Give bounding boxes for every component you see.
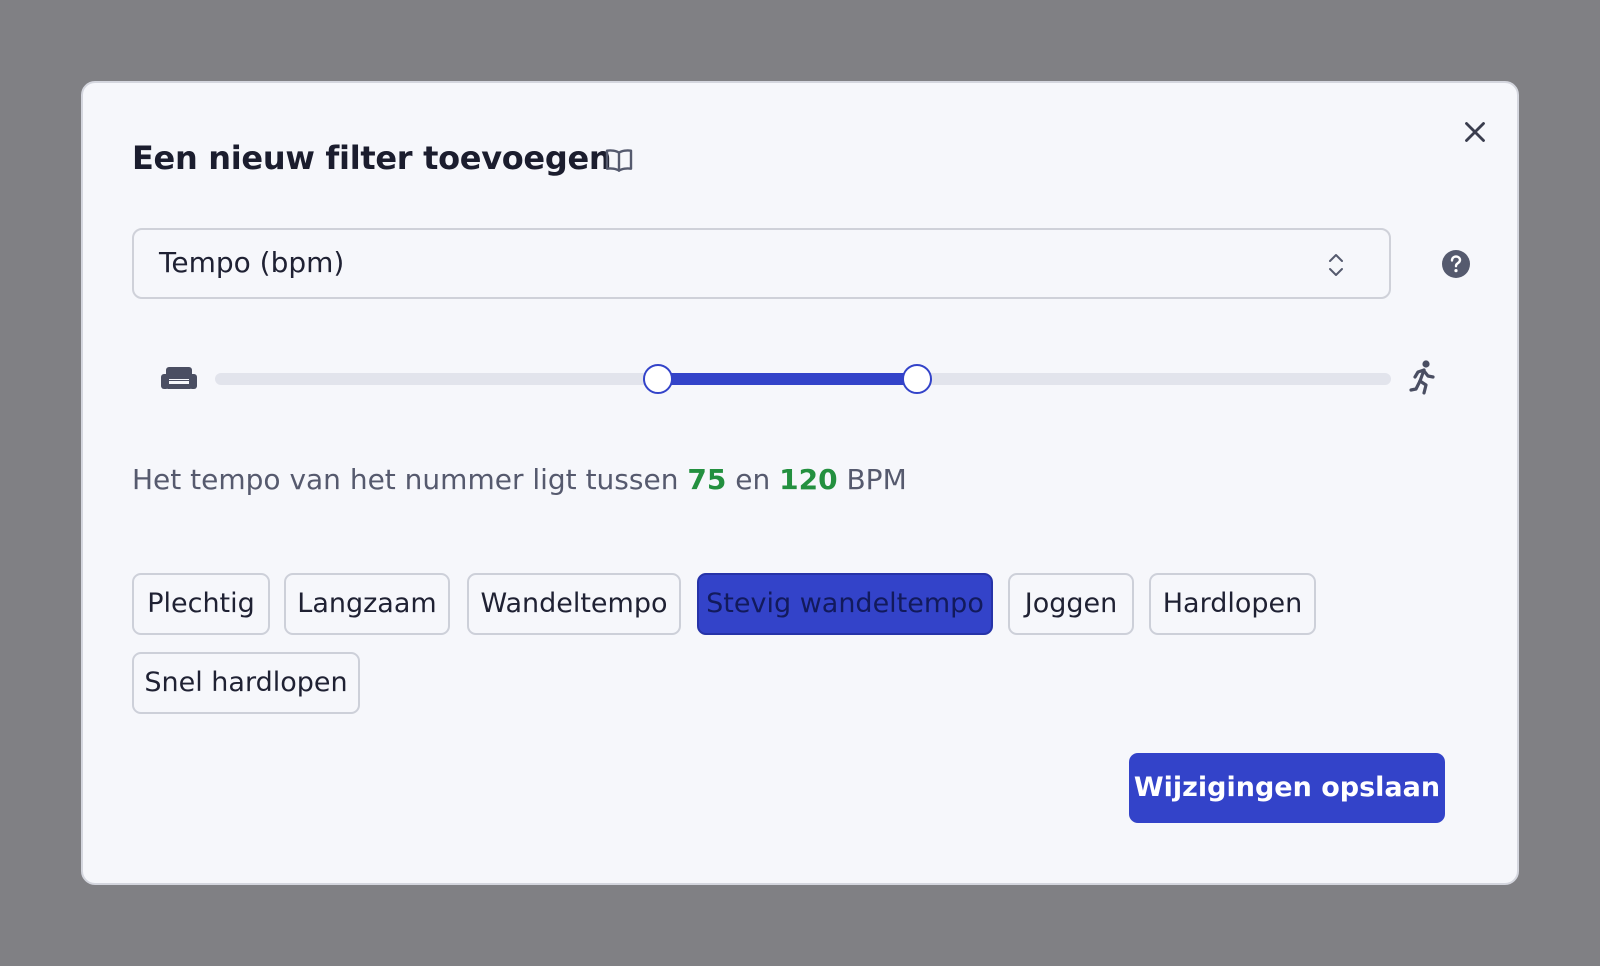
book-icon[interactable] <box>603 144 635 176</box>
bpm-unit: BPM <box>846 463 907 496</box>
dialog-title: Een nieuw filter toevoegen <box>132 139 612 177</box>
chip-langzaam[interactable]: Langzaam <box>284 573 450 635</box>
min-bpm-value: 75 <box>687 463 727 496</box>
chevron-up-down-icon <box>1329 254 1343 276</box>
chip-stevig-wandeltempo[interactable]: Stevig wandeltempo <box>697 573 993 635</box>
chip-joggen[interactable]: Joggen <box>1008 573 1134 635</box>
chip-wandeltempo[interactable]: Wandeltempo <box>467 573 681 635</box>
description-prefix: Het tempo van het nummer ligt tussen <box>132 463 679 496</box>
filter-type-select[interactable]: Tempo (bpm) <box>132 228 1391 299</box>
chip-snel-hardlopen[interactable]: Snel hardlopen <box>132 652 360 714</box>
save-changes-button[interactable]: Wijzigingen opslaan <box>1129 753 1445 823</box>
slider-selected-range <box>658 373 918 385</box>
description-connector: en <box>735 463 771 496</box>
chip-plechtig[interactable]: Plechtig <box>132 573 270 635</box>
slider-thumb-min[interactable] <box>643 364 674 394</box>
max-bpm-value: 120 <box>779 463 838 496</box>
filter-type-value: Tempo (bpm) <box>159 246 345 279</box>
close-icon[interactable] <box>1458 115 1492 149</box>
help-icon[interactable] <box>1441 249 1471 279</box>
sofa-icon <box>161 367 197 389</box>
add-filter-dialog: Een nieuw filter toevoegen Tempo (bpm) H… <box>81 81 1519 885</box>
tempo-range-description: Het tempo van het nummer ligt tussen 75 … <box>132 463 907 496</box>
chip-hardlopen[interactable]: Hardlopen <box>1149 573 1316 635</box>
runner-icon <box>1409 360 1435 395</box>
tempo-range-slider[interactable] <box>215 364 1391 394</box>
slider-thumb-max[interactable] <box>902 364 933 394</box>
